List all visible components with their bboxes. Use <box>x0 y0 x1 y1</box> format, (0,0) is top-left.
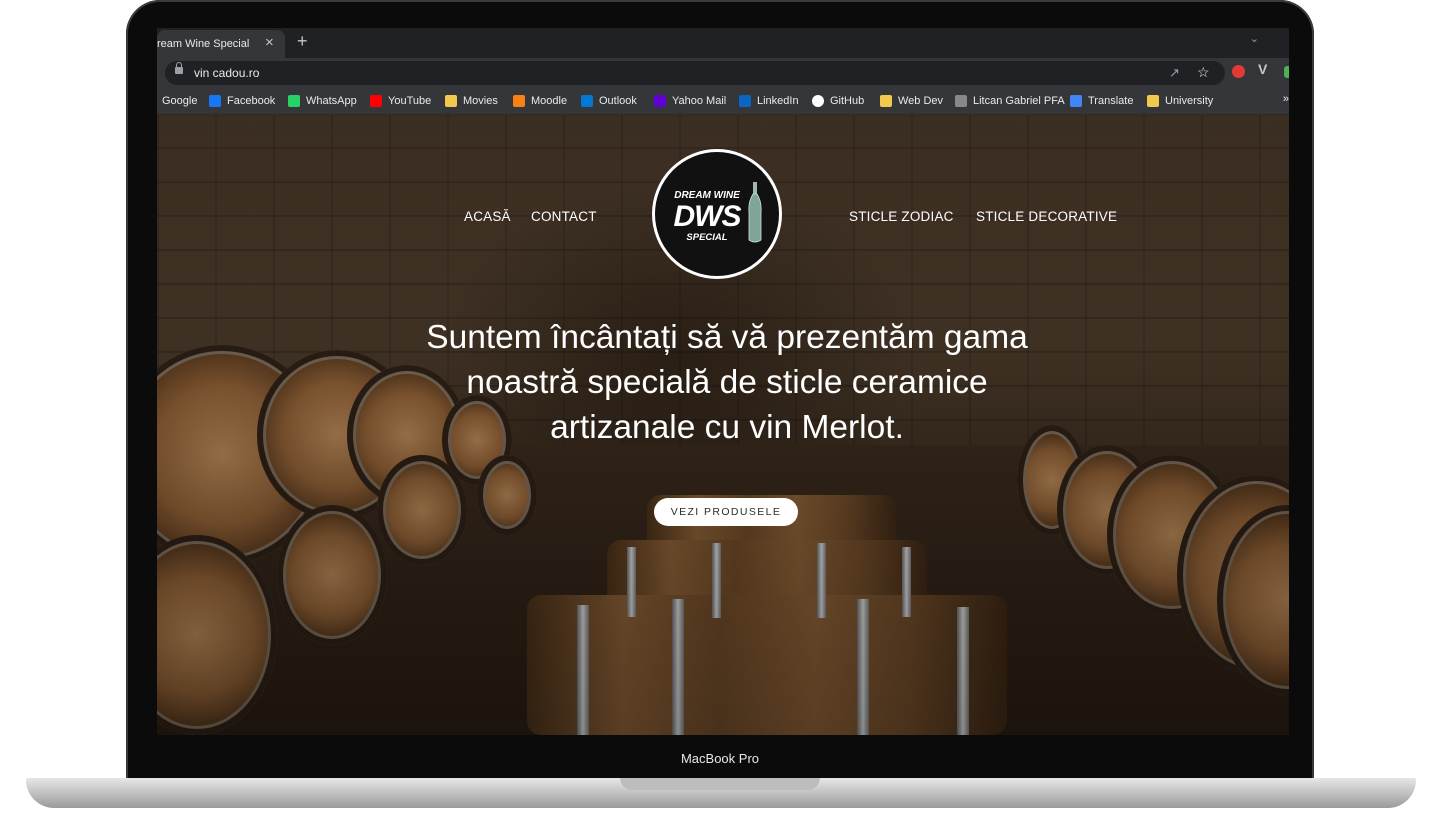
lock-icon <box>175 62 183 74</box>
folder-icon <box>1147 95 1159 107</box>
bookmark-label: Litcan Gabriel PFA <box>973 95 1065 107</box>
bookmark-label: GitHub <box>830 95 865 107</box>
hero-headline: Suntem încântați să vă prezentăm gama no… <box>426 319 1028 446</box>
wine-bottle-icon <box>748 182 762 243</box>
bookmark-label: Translate <box>1088 95 1134 107</box>
github-icon <box>812 95 824 107</box>
bookmark-item[interactable]: Litcan Gabriel PFA <box>955 93 1065 109</box>
logo-monogram: DWS <box>673 200 742 233</box>
translate-icon <box>1070 95 1082 107</box>
bookmark-label: Facebook <box>227 95 276 107</box>
bookmark-item[interactable]: Outlook <box>581 93 637 109</box>
folder-icon <box>445 95 457 107</box>
bookmark-label: LinkedIn <box>757 95 799 107</box>
chevron-down-icon[interactable]: ⌄ <box>1250 32 1259 45</box>
yahoo-icon <box>654 95 666 107</box>
logo-bottom-text: SPECIAL <box>686 232 728 243</box>
bookmark-label: Google <box>162 95 198 107</box>
page-icon <box>955 95 967 107</box>
bookmark-label: University <box>1165 95 1214 107</box>
nav-sticle-decorative[interactable]: STICLE DECORATIVE <box>976 209 1117 224</box>
bookmark-label: Movies <box>463 95 498 107</box>
extension-icon[interactable] <box>1232 65 1245 78</box>
browser-tab[interactable]: ream Wine Special × <box>157 30 285 58</box>
bookmark-item[interactable]: WhatsApp <box>288 93 357 109</box>
address-bar[interactable]: vin cadou.ro ↗ ☆ <box>165 61 1225 85</box>
bookmark-item[interactable]: University <box>1147 93 1213 109</box>
vpn-extension-icon[interactable]: V <box>1258 61 1267 77</box>
bookmark-label: Web Dev <box>898 95 944 107</box>
bookmark-star-icon[interactable]: ☆ <box>1197 64 1210 81</box>
tab-title: ream Wine Special <box>157 38 250 50</box>
laptop-notch <box>620 778 820 790</box>
bookmark-item[interactable]: Google <box>162 93 197 109</box>
bookmarks-bar: Google Facebook WhatsApp YouTube Movies Moodl… <box>157 88 1289 115</box>
share-icon[interactable]: ↗ <box>1169 65 1180 81</box>
new-tab-button[interactable]: + <box>297 30 308 52</box>
screen: ream Wine Special × + ⌄ vin cadou.ro ↗ ☆… <box>157 28 1289 735</box>
nav-acasa[interactable]: ACASĂ <box>464 209 511 224</box>
close-icon[interactable]: × <box>265 30 274 56</box>
bookmark-label: WhatsApp <box>306 95 357 107</box>
bookmark-label: YouTube <box>388 95 432 107</box>
hero-section: ACASĂ CONTACT STICLE ZODIAC STICLE DECOR… <box>157 115 1289 735</box>
bookmark-item[interactable]: Yahoo Mail <box>654 93 726 109</box>
bookmark-item[interactable]: Translate <box>1070 93 1133 109</box>
facebook-icon <box>209 95 221 107</box>
bookmark-label: Moodle <box>531 95 568 107</box>
nav-sticle-zodiac[interactable]: STICLE ZODIAC <box>849 209 954 224</box>
url-text: vin cadou.ro <box>194 66 260 80</box>
moodle-icon <box>513 95 525 107</box>
bookmark-item[interactable]: Facebook <box>209 93 275 109</box>
nav-contact[interactable]: CONTACT <box>531 209 597 224</box>
browser-toolbar: vin cadou.ro ↗ ☆ V <box>157 58 1289 88</box>
bookmark-item[interactable]: Web Dev <box>880 93 943 109</box>
whatsapp-icon <box>288 95 300 107</box>
device-label: MacBook Pro <box>680 751 760 766</box>
bookmark-item[interactable]: YouTube <box>370 93 431 109</box>
outlook-icon <box>581 95 593 107</box>
extension-icon[interactable] <box>1284 66 1289 78</box>
linkedin-icon <box>739 95 751 107</box>
site-logo[interactable]: DREAM WINE DWS SPECIAL <box>652 149 782 279</box>
folder-icon <box>880 95 892 107</box>
bookmarks-overflow-icon[interactable]: » <box>1283 93 1289 105</box>
bookmark-item[interactable]: Moodle <box>513 93 567 109</box>
view-products-button[interactable]: VEZI PRODUSELE <box>654 498 798 526</box>
youtube-icon <box>370 95 382 107</box>
bookmark-item[interactable]: LinkedIn <box>739 93 799 109</box>
tab-strip: ream Wine Special × + ⌄ <box>157 28 1289 58</box>
bookmark-label: Outlook <box>599 95 637 107</box>
bookmark-item[interactable]: GitHub <box>812 93 864 109</box>
bookmark-item[interactable]: Movies <box>445 93 498 109</box>
bookmark-label: Yahoo Mail <box>672 95 727 107</box>
